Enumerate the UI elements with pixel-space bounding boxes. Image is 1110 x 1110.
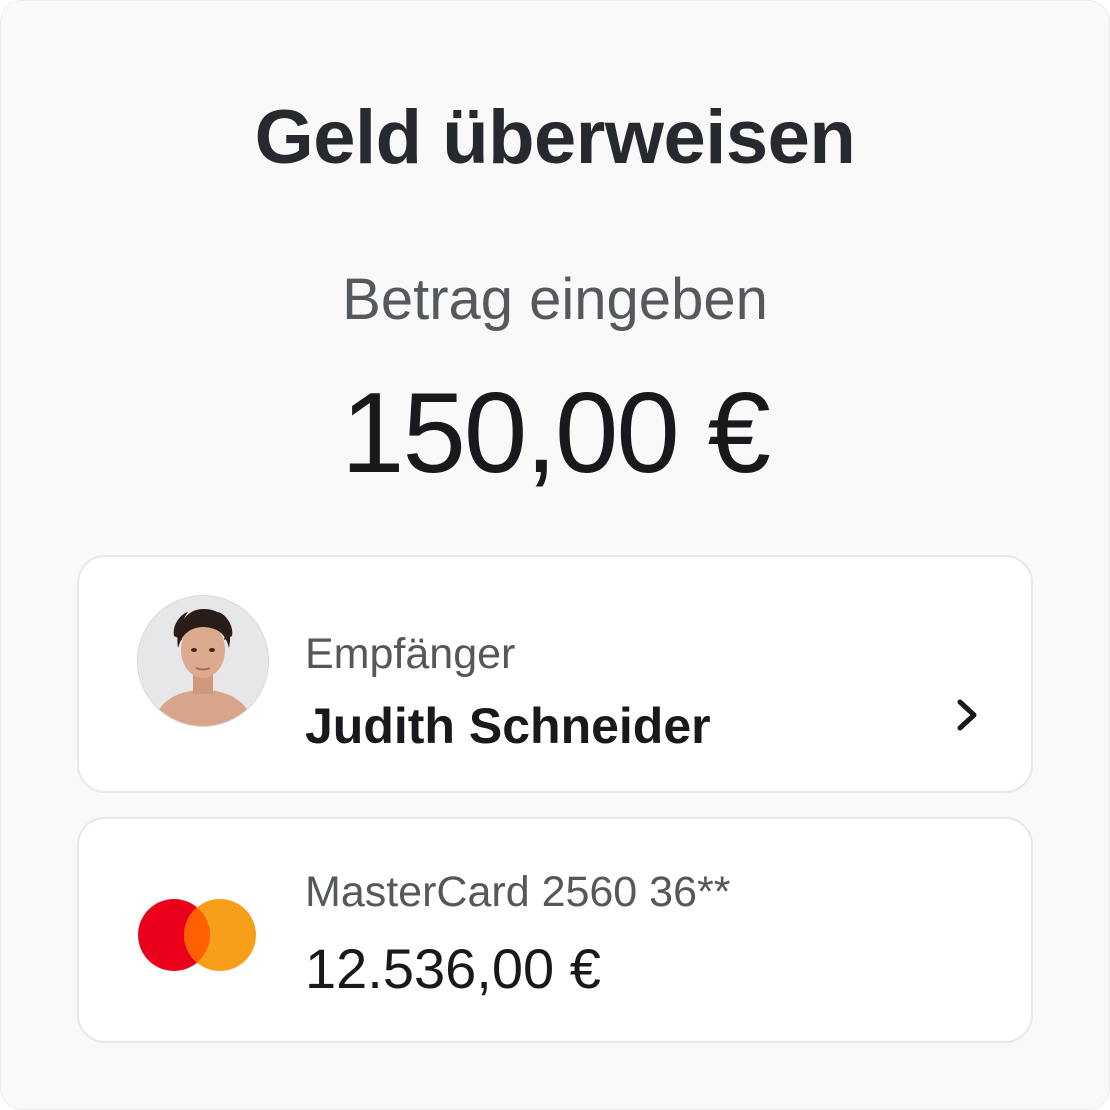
mastercard-icon [138,899,256,971]
avatar [137,595,269,727]
amount-input[interactable]: 150,00 € [1,373,1109,495]
payment-source-card[interactable]: MasterCard 2560 36** 12.536,00 € [77,817,1033,1043]
person-portrait [138,596,268,726]
recipient-label: Empfänger [305,630,516,678]
recipient-name: Judith Schneider [305,698,711,754]
chevron-right-icon[interactable] [947,695,987,735]
transfer-panel: Geld überweisen Betrag eingeben 150,00 €… [0,0,1110,1110]
recipient-card[interactable]: Empfänger Judith Schneider [77,555,1033,793]
page-title: Geld überweisen [254,95,856,180]
amount-label: Betrag eingeben [342,267,768,332]
card-balance: 12.536,00 € [305,937,601,1000]
card-number: MasterCard 2560 36** [305,868,731,916]
